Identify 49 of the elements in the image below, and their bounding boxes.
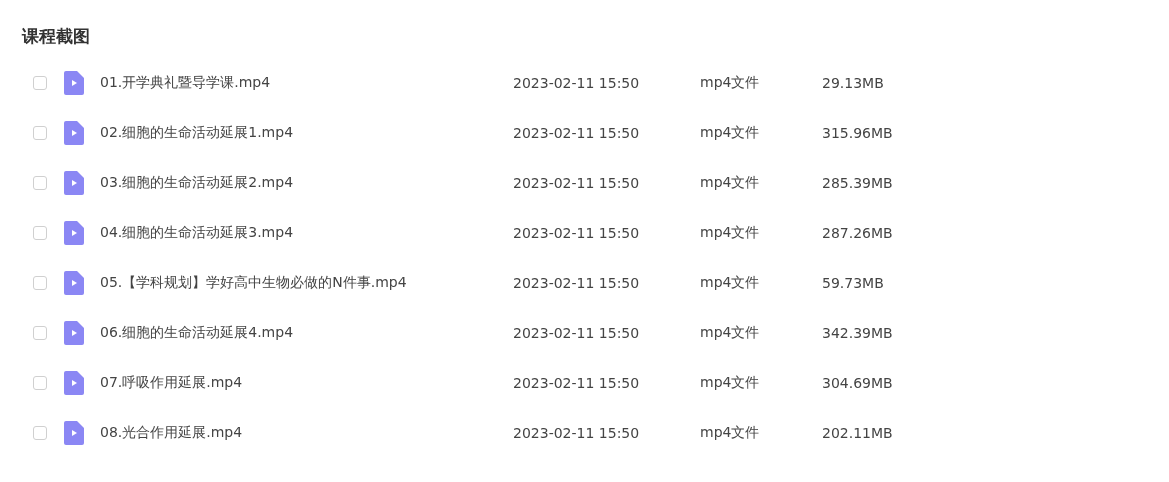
checkbox[interactable] [33,176,47,190]
file-size: 59.73MB [822,275,884,291]
file-type: mp4文件 [700,124,761,142]
file-type: mp4文件 [700,424,761,442]
video-file-icon [64,221,84,245]
file-type: mp4文件 [700,374,761,392]
checkbox[interactable] [33,126,47,140]
file-date: 2023-02-11 15:50 [513,125,641,141]
file-type: mp4文件 [700,274,761,292]
file-name[interactable]: 08.光合作用延展.mp4 [100,424,513,442]
checkbox[interactable] [33,276,47,290]
file-type: mp4文件 [700,174,761,192]
checkbox[interactable] [33,326,47,340]
checkbox[interactable] [33,376,47,390]
file-type: mp4文件 [700,324,761,342]
file-size: 304.69MB [822,375,893,391]
checkbox[interactable] [33,76,47,90]
file-date: 2023-02-11 15:50 [513,275,641,291]
file-name[interactable]: 01.开学典礼暨导学课.mp4 [100,74,513,92]
file-size: 315.96MB [822,125,893,141]
file-date: 2023-02-11 15:50 [513,175,641,191]
checkbox[interactable] [33,426,47,440]
video-file-icon [64,171,84,195]
file-date: 2023-02-11 15:50 [513,325,641,341]
checkbox[interactable] [33,226,47,240]
file-date: 2023-02-11 15:50 [513,425,641,441]
file-name[interactable]: 05.【学科规划】学好高中生物必做的N件事.mp4 [100,274,513,292]
section-title: 课程截图 [22,25,91,48]
file-size: 285.39MB [822,175,893,191]
file-name[interactable]: 07.呼吸作用延展.mp4 [100,374,513,392]
file-size: 202.11MB [822,425,893,441]
video-file-icon [64,421,84,445]
video-file-icon [64,71,84,95]
file-type: mp4文件 [700,224,761,242]
file-date: 2023-02-11 15:50 [513,225,641,241]
video-file-icon [64,271,84,295]
file-name[interactable]: 04.细胞的生命活动延展3.mp4 [100,224,513,242]
video-file-icon [64,121,84,145]
file-size: 287.26MB [822,225,893,241]
file-date: 2023-02-11 15:50 [513,375,641,391]
file-name[interactable]: 06.细胞的生命活动延展4.mp4 [100,324,513,342]
video-file-icon [64,321,84,345]
file-size: 342.39MB [822,325,893,341]
file-type: mp4文件 [700,74,761,92]
file-size: 29.13MB [822,75,884,91]
video-file-icon [64,371,84,395]
file-name[interactable]: 03.细胞的生命活动延展2.mp4 [100,174,513,192]
file-name[interactable]: 02.细胞的生命活动延展1.mp4 [100,124,513,142]
file-date: 2023-02-11 15:50 [513,75,641,91]
